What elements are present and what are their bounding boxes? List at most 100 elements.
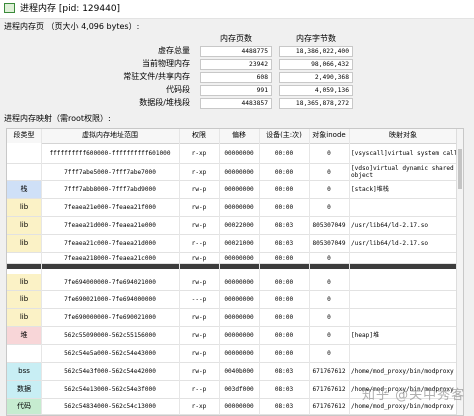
cell-segment-type: lib bbox=[7, 199, 41, 216]
cell-offset: 00000000 bbox=[224, 332, 254, 339]
table-row[interactable]: lib 7feaea21e000-7feaea21f000 rw-p 00000000… bbox=[7, 199, 463, 217]
cell-inode: 805307049 bbox=[312, 240, 346, 247]
cell-offset: 00000000 bbox=[224, 204, 254, 211]
cell-permission: rw-p bbox=[191, 186, 207, 193]
table-row[interactable]: lib 7feaea21c000-7feaea21d000 r--p 00021000… bbox=[7, 235, 463, 253]
app-window-icon bbox=[4, 3, 15, 13]
table-row[interactable]: 栈 7fff7abb8000-7fff7abd9000 rw-p 00000000 00… bbox=[7, 181, 463, 199]
cell-inode: 0 bbox=[327, 149, 331, 157]
horizontal-splitter[interactable] bbox=[7, 264, 463, 269]
header-device[interactable]: 设备(主:次) bbox=[259, 129, 309, 142]
cell-permission: r-xp bbox=[191, 403, 207, 410]
summary-bytes-virtual-total: 18,386,022,400 bbox=[279, 46, 353, 57]
header-inode[interactable]: 对象inode bbox=[309, 129, 349, 142]
cell-inode: 0 bbox=[327, 168, 331, 176]
header-offset[interactable]: 偏移 bbox=[219, 129, 259, 142]
cell-address-range: 562c54e3f000-562c54e42000 bbox=[64, 368, 156, 375]
cell-device: 00:00 bbox=[274, 332, 294, 339]
cell-segment-type: lib bbox=[7, 309, 41, 326]
cell-offset: 0040b000 bbox=[224, 368, 254, 375]
watermark: 知乎 @关中秀客 bbox=[362, 388, 466, 403]
column-divider bbox=[41, 129, 42, 415]
cell-offset: 00000000 bbox=[224, 403, 254, 410]
cell-address-range: 7fe690021000-7fe694000000 bbox=[64, 296, 156, 303]
cell-permission: rw-p bbox=[191, 222, 207, 229]
summary-label-code: 代码段 bbox=[166, 85, 190, 94]
cell-inode: 671767612 bbox=[312, 368, 346, 375]
cell-permission: rw-p bbox=[191, 350, 207, 357]
cell-inode: 0 bbox=[327, 350, 331, 357]
cell-inode: 0 bbox=[327, 204, 331, 211]
scrollbar-thumb[interactable] bbox=[458, 149, 462, 189]
table-row[interactable]: lib 7fe690000000-7fe690021000 rw-p 00000000… bbox=[7, 309, 463, 327]
header-permission[interactable]: 权限 bbox=[179, 129, 219, 142]
cell-segment-type: lib bbox=[7, 291, 41, 308]
cell-inode: 805307049 bbox=[312, 222, 346, 229]
table-row[interactable]: bss 562c54e3f000-562c54e42000 rw-p 0040b000… bbox=[7, 363, 463, 381]
table-header: 段类型 虚拟内存地址范围 权限 偏移 设备(主:次) 对象inode 映射对象 bbox=[7, 129, 463, 144]
pages-column-header: 内存页数 bbox=[220, 34, 252, 43]
table-row[interactable]: lib 7fe690021000-7fe694000000 ---p 00000000… bbox=[7, 291, 463, 309]
cell-segment-type bbox=[7, 345, 41, 362]
cell-inode: 0 bbox=[327, 278, 331, 286]
cell-address-range: 562c54e5a000-562c54e43000 bbox=[64, 350, 156, 357]
cell-segment-type: lib bbox=[7, 217, 41, 234]
column-divider bbox=[309, 129, 310, 415]
cell-device: 08:03 bbox=[274, 403, 294, 410]
cell-address-range: 7feaea21d000-7feaea21e000 bbox=[64, 222, 156, 229]
cell-segment-type: 堆 bbox=[7, 327, 41, 344]
title-bar: 进程内存 [pid: 129440] bbox=[0, 0, 474, 19]
header-segment-type[interactable]: 段类型 bbox=[7, 129, 41, 142]
cell-mapped-object bbox=[349, 309, 459, 326]
vertical-scrollbar[interactable] bbox=[456, 129, 463, 415]
cell-address-range: 7feaea21c000-7feaea21d000 bbox=[64, 240, 156, 247]
cell-address-range: 7feaea218000-7feaea21c000 bbox=[64, 254, 156, 262]
summary-bytes-data-stack: 18,365,878,272 bbox=[279, 98, 353, 109]
cell-inode: 0 bbox=[327, 254, 331, 262]
table-row[interactable]: 堆 562c55090000-562c55156000 rw-p 00000000 00… bbox=[7, 327, 463, 345]
header-mapped-object[interactable]: 映射对象 bbox=[349, 129, 457, 142]
cell-mapped-object: /usr/lib64/ld-2.17.so bbox=[351, 240, 429, 247]
table-row[interactable]: ffffffffff600000-ffffffffff601000 r-xp 000… bbox=[7, 143, 463, 164]
cell-segment-type: lib bbox=[7, 235, 41, 252]
cell-segment-type: bss bbox=[7, 363, 41, 380]
cell-segment-type bbox=[7, 143, 41, 163]
header-address-range[interactable]: 虚拟内存地址范围 bbox=[41, 129, 179, 142]
cell-permission: r-xp bbox=[191, 168, 207, 176]
summary-label-shared: 常驻文件/共享内存 bbox=[123, 72, 190, 81]
cell-permission: r--p bbox=[191, 240, 207, 247]
cell-inode: 671767612 bbox=[312, 403, 346, 410]
summary-pages-data-stack: 4483857 bbox=[200, 98, 272, 109]
cell-offset: 00022000 bbox=[224, 222, 254, 229]
cell-permission: rw-p bbox=[191, 278, 207, 286]
memory-map-table[interactable]: 段类型 虚拟内存地址范围 权限 偏移 设备(主:次) 对象inode 映射对象 … bbox=[6, 128, 464, 416]
cell-address-range: 562c54834000-562c54c13000 bbox=[64, 403, 156, 410]
bytes-column-header: 内存字节数 bbox=[296, 34, 336, 43]
cell-offset: 00021000 bbox=[224, 240, 254, 247]
table-row[interactable]: 562c54e5a000-562c54e43000 rw-p 00000000 00:… bbox=[7, 345, 463, 363]
cell-address-range: 7fff7abe5000-7fff7abe7000 bbox=[64, 168, 156, 176]
cell-offset: 00000000 bbox=[224, 254, 254, 262]
table-row[interactable]: lib 7fe694000000-7fe694021000 rw-p 00000000… bbox=[7, 274, 463, 291]
cell-mapped-object bbox=[349, 199, 459, 216]
cell-inode: 0 bbox=[327, 296, 331, 303]
cell-segment-type: 栈 bbox=[7, 181, 41, 198]
cell-inode: 671767612 bbox=[312, 386, 346, 393]
cell-device: 00:00 bbox=[274, 149, 294, 157]
cell-device: 00:00 bbox=[274, 254, 294, 262]
cell-mapped-object: [stack]堆栈 bbox=[351, 186, 389, 193]
cell-mapped-object: [heap]堆 bbox=[351, 332, 380, 339]
summary-bytes-shared: 2,490,368 bbox=[279, 72, 353, 83]
cell-segment-type bbox=[7, 253, 41, 263]
column-divider bbox=[349, 129, 350, 415]
cell-address-range: 7fe694000000-7fe694021000 bbox=[64, 278, 156, 286]
cell-address-range: 562c55090000-562c55156000 bbox=[64, 332, 156, 339]
cell-permission: rw-p bbox=[191, 204, 207, 211]
cell-inode: 0 bbox=[327, 332, 331, 339]
table-row[interactable]: 7fff7abe5000-7fff7abe7000 r-xp 00000000 00:… bbox=[7, 164, 463, 181]
cell-permission: r-xp bbox=[191, 149, 207, 157]
summary-label-physical: 当前物理内存 bbox=[142, 59, 190, 68]
table-row[interactable]: 7feaea218000-7feaea21c000 rw-p 00000000 00:… bbox=[7, 253, 463, 264]
table-row[interactable]: lib 7feaea21d000-7feaea21e000 rw-p 00022000… bbox=[7, 217, 463, 235]
cell-mapped-object bbox=[349, 345, 459, 362]
